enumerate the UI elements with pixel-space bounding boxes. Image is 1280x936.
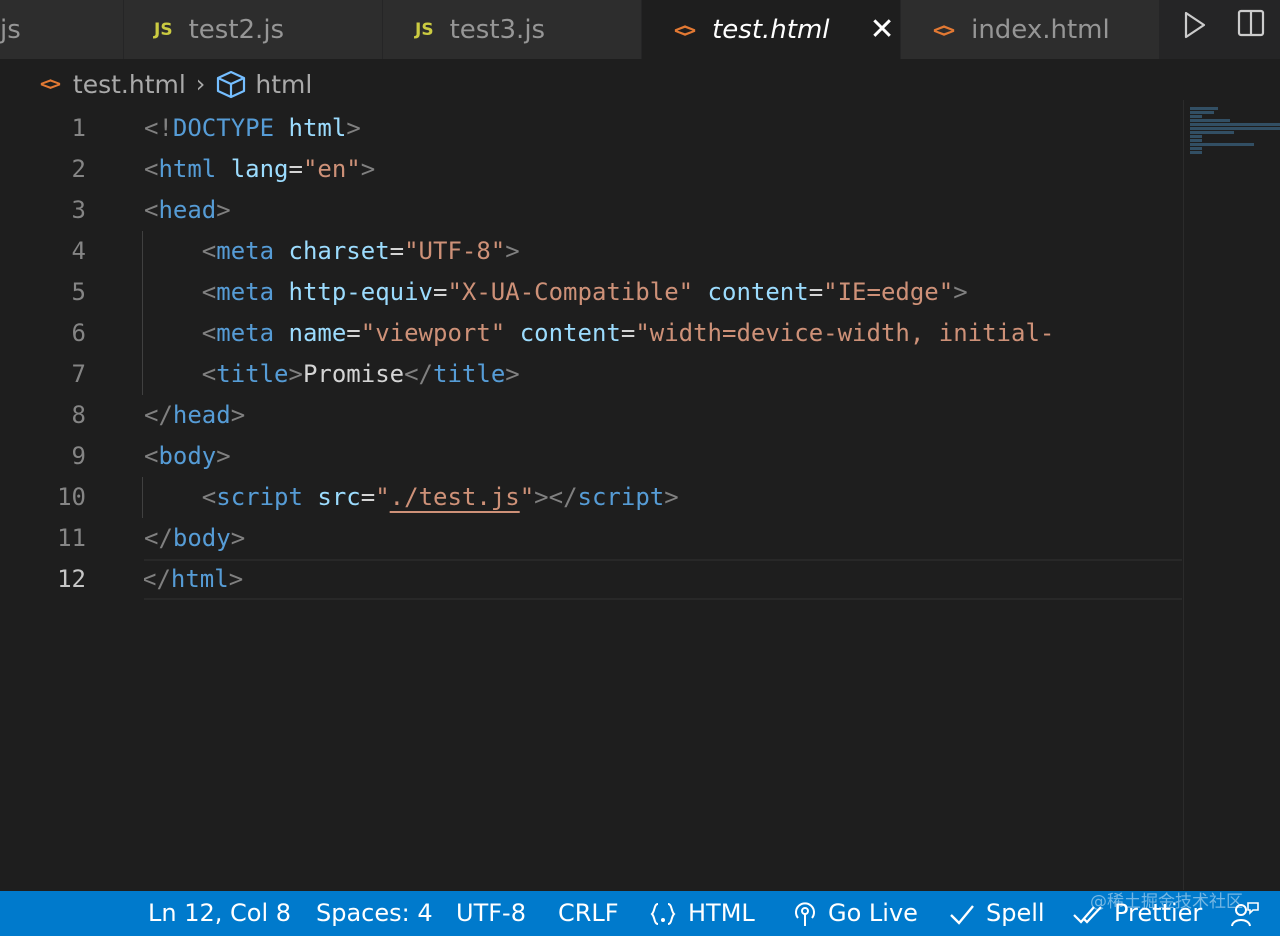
file-link[interactable]: ./test.js (390, 483, 520, 511)
minimap-line (1190, 115, 1202, 118)
check-icon (950, 904, 974, 925)
code-line: <head> (144, 196, 231, 224)
minimap-line (1190, 107, 1218, 110)
code-line: <html lang="en"> (144, 155, 376, 183)
html-file-icon: <> (674, 17, 696, 42)
minimap-line (1190, 127, 1280, 130)
go-live-button[interactable]: Go Live (792, 891, 918, 936)
eol-label: CRLF (558, 899, 619, 927)
line-number: 10 (57, 483, 86, 511)
editor-actions (1160, 0, 1280, 59)
line-number: 9 (71, 442, 86, 470)
js-file-icon: JS (415, 19, 434, 40)
code-line-current: </html> (144, 559, 1182, 600)
code-line: <body> (144, 442, 231, 470)
line-number-current: 12 (57, 565, 86, 593)
cursor-position-label: Ln 12, Col 8 (148, 899, 292, 927)
line-number: 1 (71, 114, 86, 142)
spell-label: Spell (986, 899, 1045, 927)
code-line: <title>Promise</title> (201, 360, 520, 388)
encoding-selector[interactable]: UTF-8 (456, 891, 526, 936)
line-number: 6 (71, 319, 86, 347)
line-number: 2 (71, 155, 86, 183)
breadcrumb: <> test.html › html (0, 59, 1280, 109)
code-line: </body> (144, 524, 246, 552)
indentation-selector[interactable]: Spaces: 4 (316, 891, 433, 936)
language-mode-selector[interactable]: HTML (648, 891, 755, 936)
tab-label: test2.js (188, 14, 285, 45)
broadcast-icon (795, 901, 815, 926)
code-line: </head> (144, 401, 246, 429)
code-editor[interactable]: <!DOCTYPE html> <html lang="en"> <head> … (144, 108, 1182, 600)
line-number: 4 (71, 237, 86, 265)
watermark: @稀土掘金技术社区 (1090, 892, 1243, 912)
braces-icon (650, 902, 676, 925)
minimap[interactable] (1183, 100, 1280, 890)
code-line: <meta name="viewport" content="width=dev… (201, 319, 1055, 347)
close-icon[interactable]: ✕ (870, 12, 895, 47)
code-line: <!DOCTYPE html> (144, 114, 361, 142)
spell-button[interactable]: Spell (948, 891, 1045, 936)
minimap-line (1190, 111, 1214, 114)
line-number: 8 (71, 401, 86, 429)
code-line: <meta http-equiv="X-UA-Compatible" conte… (201, 278, 968, 306)
code-line: <meta charset="UTF-8"> (201, 237, 520, 265)
line-number: 11 (57, 524, 86, 552)
tab-label: test3.js (449, 14, 546, 45)
breadcrumb-file[interactable]: test.html (73, 70, 186, 99)
minimap-line (1190, 139, 1202, 142)
tab-label: index.html (971, 14, 1110, 45)
line-number: 5 (71, 278, 86, 306)
eol-selector[interactable]: CRLF (558, 891, 619, 936)
tab-bar: js JS test2.js JS test3.js <> test.html … (0, 0, 1280, 59)
js-file-icon: JS (154, 19, 173, 40)
line-number-gutter: 1 2 3 4 5 6 7 8 9 10 11 12 (0, 108, 110, 600)
indentation-label: Spaces: 4 (316, 899, 433, 927)
minimap-line (1190, 131, 1234, 134)
indent-guide (142, 477, 143, 518)
language-label: HTML (688, 899, 755, 927)
tab-test-html[interactable]: <> test.html ✕ (642, 0, 901, 59)
minimap-line (1190, 143, 1254, 146)
tab-label: test.html (712, 14, 830, 45)
tab-index-html[interactable]: <> index.html (901, 0, 1160, 59)
encoding-label: UTF-8 (456, 899, 526, 927)
code-line: <script src="./test.js"></script> (201, 483, 679, 511)
minimap-line (1190, 147, 1202, 150)
tab-label: js (0, 14, 21, 45)
status-bar: Ln 12, Col 8 Spaces: 4 UTF-8 CRLF HTML G… (0, 891, 1280, 936)
tab-partial-js[interactable]: js (0, 0, 124, 59)
html-file-icon: <> (40, 73, 61, 95)
tab-test3-js[interactable]: JS test3.js (383, 0, 642, 59)
line-number: 7 (71, 360, 86, 388)
indent-guide (142, 231, 143, 395)
breadcrumb-symbol[interactable]: html (255, 70, 312, 99)
html-file-icon: <> (933, 17, 955, 42)
symbol-cube-icon (217, 70, 246, 99)
minimap-line (1190, 135, 1202, 138)
minimap-line (1190, 119, 1230, 122)
minimap-line (1190, 123, 1280, 126)
line-number: 3 (71, 196, 86, 224)
go-live-label: Go Live (828, 899, 918, 927)
split-editor-icon[interactable] (1236, 8, 1266, 38)
chevron-right-icon: › (195, 70, 206, 98)
run-icon[interactable] (1182, 10, 1208, 40)
tab-test2-js[interactable]: JS test2.js (124, 0, 383, 59)
cursor-position[interactable]: Ln 12, Col 8 (148, 891, 291, 936)
minimap-line (1190, 151, 1202, 154)
